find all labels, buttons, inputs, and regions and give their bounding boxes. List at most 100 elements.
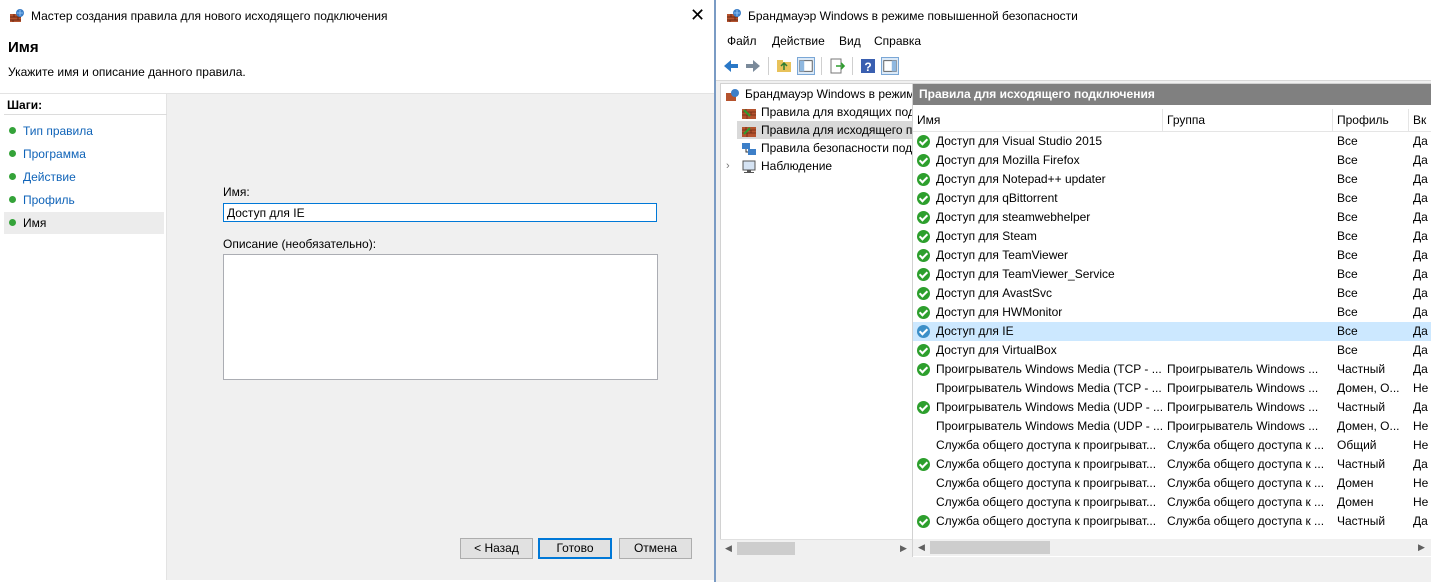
back-arrow-icon[interactable]: [722, 57, 740, 75]
step-dot-icon: [9, 219, 16, 226]
rule-enabled-cell: Да: [1413, 229, 1428, 243]
table-row[interactable]: Доступ для steamwebhelper Все Да: [913, 208, 1431, 227]
finish-button[interactable]: Готово: [538, 538, 612, 559]
name-input[interactable]: [223, 203, 657, 222]
table-row[interactable]: Доступ для AvastSvc Все Да: [913, 284, 1431, 303]
rule-group-cell: Проигрыватель Windows ...: [1167, 419, 1319, 433]
table-row[interactable]: Доступ для Visual Studio 2015 Все Да: [913, 132, 1431, 151]
name-label: Имя:: [223, 185, 250, 199]
wizard-titlebar: Мастер создания правила для нового исход…: [0, 0, 714, 31]
table-row[interactable]: Проигрыватель Windows Media (TCP - ... Пр…: [913, 379, 1431, 398]
svg-text:?: ?: [864, 60, 871, 74]
table-row[interactable]: Доступ для Steam Все Да: [913, 227, 1431, 246]
step-profile[interactable]: Профиль: [4, 189, 164, 211]
expand-chevron-icon[interactable]: ›: [726, 157, 730, 175]
cancel-button[interactable]: Отмена: [619, 538, 692, 559]
rule-profile-cell: Все: [1337, 286, 1358, 300]
rule-name-cell: Доступ для Mozilla Firefox: [936, 153, 1080, 167]
table-row[interactable]: Доступ для IE Все Да: [913, 322, 1431, 341]
rule-group-cell: [1167, 170, 1333, 189]
description-input[interactable]: [223, 254, 658, 380]
table-row[interactable]: Доступ для TeamViewer Все Да: [913, 246, 1431, 265]
close-icon[interactable]: ✕: [690, 6, 705, 24]
step-dot-icon: [9, 150, 16, 157]
table-row[interactable]: Доступ для VirtualBox Все Да: [913, 341, 1431, 360]
rule-enabled-cell: Да: [1413, 191, 1428, 205]
rule-profile-cell: Частный: [1337, 514, 1386, 528]
rule-group-cell: Служба общего доступа к ...: [1167, 438, 1325, 452]
rule-group-cell: [1167, 208, 1333, 227]
tree-horizontal-scrollbar[interactable]: ◀ ▶: [720, 539, 912, 557]
scroll-right-icon[interactable]: ▶: [1418, 542, 1425, 553]
column-header-profile[interactable]: Профиль: [1333, 109, 1409, 131]
step-label: Профиль: [23, 193, 75, 207]
rule-enabled-check-icon: [917, 306, 930, 319]
rule-group-cell: Служба общего доступа к ...: [1167, 495, 1325, 509]
firewall-icon: [10, 9, 24, 22]
back-button[interactable]: < Назад: [460, 538, 533, 559]
folder-up-icon[interactable]: [775, 57, 793, 75]
toolbar: ?: [716, 53, 1431, 81]
table-row[interactable]: Доступ для Mozilla Firefox Все Да: [913, 151, 1431, 170]
rule-enabled-cell: Не: [1413, 381, 1429, 395]
step-program[interactable]: Программа: [4, 143, 164, 165]
table-row[interactable]: Служба общего доступа к проигрыват... Слу…: [913, 493, 1431, 512]
table-row[interactable]: Доступ для Notepad++ updater Все Да: [913, 170, 1431, 189]
table-row[interactable]: Проигрыватель Windows Media (TCP - ... Пр…: [913, 360, 1431, 379]
monitoring-icon: [742, 160, 756, 173]
step-action[interactable]: Действие: [4, 166, 164, 188]
scroll-left-icon[interactable]: ◀: [725, 543, 732, 554]
step-name: Имя: [4, 212, 164, 234]
help-icon[interactable]: ?: [859, 57, 877, 75]
show-hide-action-pane-icon[interactable]: [881, 57, 899, 75]
menu-file[interactable]: Файл: [727, 34, 757, 48]
scroll-left-icon[interactable]: ◀: [918, 542, 925, 553]
table-row[interactable]: Доступ для qBittorrent Все Да: [913, 189, 1431, 208]
table-row[interactable]: Служба общего доступа к проигрыват... Слу…: [913, 474, 1431, 493]
tree-label: Правила безопасности под: [761, 141, 913, 155]
table-row[interactable]: Доступ для HWMonitor Все Да: [913, 303, 1431, 322]
page-subtitle: Укажите имя и описание данного правила.: [8, 65, 246, 79]
rule-enabled-cell: Не: [1413, 495, 1429, 509]
rule-enabled-cell: Да: [1413, 457, 1428, 471]
menu-help[interactable]: Справка: [874, 34, 921, 48]
tree-item-inbound-rules[interactable]: Правила для входящих под: [741, 103, 914, 121]
table-row[interactable]: Доступ для TeamViewer_Service Все Да: [913, 265, 1431, 284]
rule-enabled-cell: Не: [1413, 419, 1429, 433]
tree-item-outbound-rules[interactable]: Правила для исходящего п: [737, 121, 913, 139]
rule-group-cell: Проигрыватель Windows ...: [1167, 362, 1319, 376]
column-header-name[interactable]: Имя: [913, 109, 1163, 131]
rule-group-cell: [1167, 227, 1333, 246]
table-row[interactable]: Служба общего доступа к проигрыват... Слу…: [913, 455, 1431, 474]
table-row[interactable]: Служба общего доступа к проигрыват... Слу…: [913, 436, 1431, 455]
tree-label: Правила для входящих под: [761, 105, 914, 119]
column-header-enabled[interactable]: Вк: [1409, 109, 1431, 131]
step-label: Программа: [23, 147, 86, 161]
scrollbar-thumb[interactable]: [930, 541, 1050, 554]
rule-group-cell: Проигрыватель Windows ...: [1167, 400, 1319, 414]
tree-item-monitoring[interactable]: Наблюдение: [741, 157, 832, 175]
rule-name-cell: Доступ для Visual Studio 2015: [936, 134, 1103, 148]
column-header-group[interactable]: Группа: [1163, 109, 1333, 131]
scrollbar-thumb[interactable]: [737, 542, 795, 555]
firewall-icon: [727, 9, 741, 22]
show-hide-tree-icon[interactable]: [797, 57, 815, 75]
firewall-icon: [726, 88, 739, 101]
step-rule-type[interactable]: Тип правила: [4, 120, 164, 142]
pane-horizontal-scrollbar[interactable]: ◀ ▶: [913, 539, 1431, 556]
table-row[interactable]: Служба общего доступа к проигрыват... Слу…: [913, 512, 1431, 531]
forward-arrow-icon[interactable]: [744, 57, 762, 75]
export-list-icon[interactable]: [828, 57, 846, 75]
rule-profile-cell: Домен: [1337, 476, 1374, 490]
table-row[interactable]: Проигрыватель Windows Media (UDP - ... Пр…: [913, 398, 1431, 417]
menu-view[interactable]: Вид: [839, 34, 861, 48]
tree-item-root[interactable]: Брандмауэр Windows в режим: [725, 85, 913, 103]
scroll-right-icon[interactable]: ▶: [900, 543, 907, 554]
page-title: Имя: [8, 39, 39, 56]
rule-profile-cell: Частный: [1337, 400, 1386, 414]
table-row[interactable]: Проигрыватель Windows Media (UDP - ... Пр…: [913, 417, 1431, 436]
menu-action[interactable]: Действие: [772, 34, 825, 48]
description-label: Описание (необязательно):: [223, 237, 377, 251]
tree-item-connection-security[interactable]: Правила безопасности под: [741, 139, 912, 157]
menubar: Файл Действие Вид Справка: [716, 31, 1431, 53]
